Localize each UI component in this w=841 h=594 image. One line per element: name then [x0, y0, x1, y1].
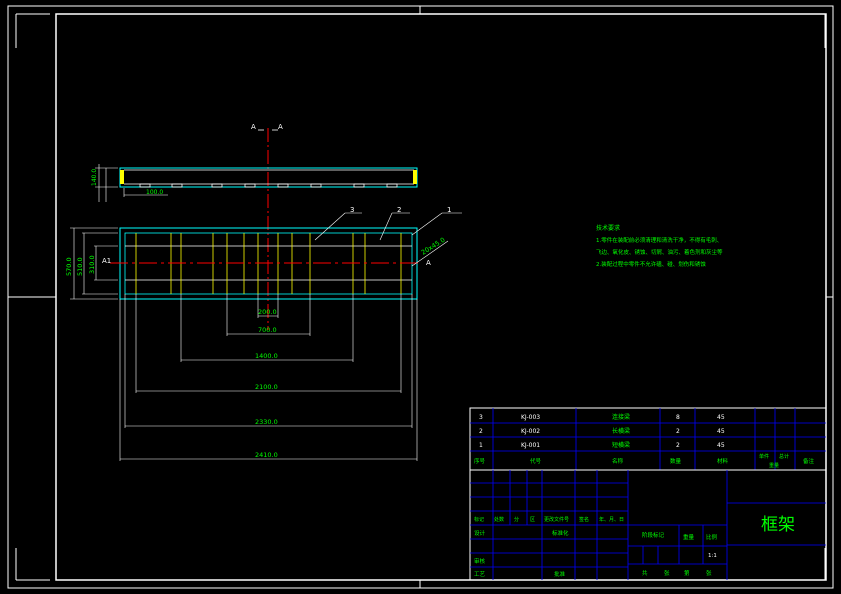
callout-2: 2: [397, 206, 401, 214]
rev-doc-no: 更改文件号: [544, 516, 569, 523]
drawing-title: 框架: [761, 515, 795, 535]
rev-section: 分: [514, 516, 519, 523]
header-material: 材料: [717, 457, 729, 465]
parts-qty: 8: [676, 414, 680, 421]
section-label-left: A: [251, 123, 256, 131]
parts-no: 1: [479, 442, 483, 449]
title-block: 标记 处数 分 区 更改文件号 签名 年、月、日 设计 标准化 审核 工艺 批准…: [469, 469, 827, 581]
approve-label: 批准: [554, 570, 566, 578]
parts-code: KJ-001: [521, 442, 540, 449]
callout-1: 1: [447, 206, 451, 214]
top-view-end-left: [120, 170, 124, 184]
parts-code: KJ-003: [521, 414, 540, 421]
parts-no: 2: [479, 428, 483, 435]
parts-row-2: 2 KJ-002 长横梁 2 45: [479, 427, 725, 435]
technical-notes: 技术要求 1.零件在装配前必须清理和清洗干净，不得有毛刺、 飞边、氧化皮、锈蚀、…: [596, 224, 723, 268]
parts-no: 3: [479, 414, 483, 421]
dim-chamfer: 20x45.0: [420, 236, 447, 257]
scale-value: 1:1: [708, 553, 717, 559]
header-code: 代号: [530, 457, 542, 465]
inner-border: [55, 13, 827, 581]
header-total: 总计: [779, 453, 789, 460]
dim-center-height: 310.0: [88, 255, 96, 274]
top-view: 140.0 100.0: [91, 164, 418, 202]
parts-list: 3 KJ-003 连接梁 8 45 2 KJ-002 长横梁 2 45 1 KJ…: [469, 407, 827, 471]
rev-signature: 签名: [579, 516, 589, 523]
parts-qty: 2: [676, 428, 680, 435]
dim-inner-height: 510.0: [76, 257, 84, 276]
corner-marks: [8, 6, 833, 588]
top-view-end-right: [413, 170, 417, 184]
header-name: 名称: [612, 457, 624, 465]
header-qty: 数量: [670, 457, 682, 465]
sheet-no-label: 第: [684, 569, 690, 577]
parts-material: 45: [717, 414, 725, 421]
section-arrow-right: A: [426, 259, 431, 267]
parts-row-3: 3 KJ-003 连接梁 8 45: [479, 413, 725, 421]
outer-border: [7, 5, 834, 589]
notes-line-1: 1.零件在装配前必须清理和清洗干净，不得有毛刺、: [596, 236, 722, 244]
parts-header: 序号 代号 名称 数量 材料 单件 总计 重量 备注: [474, 453, 815, 469]
header-no: 序号: [474, 457, 486, 465]
rev-date: 年、月、日: [599, 516, 624, 523]
dim-total-height: 570.0: [65, 257, 73, 276]
section-arrow-left: A1: [102, 257, 111, 265]
parts-name: 连接梁: [612, 413, 630, 421]
dim-2100: 2100.0: [255, 383, 278, 391]
sheets-unit: 张: [664, 569, 670, 577]
parts-code: KJ-002: [521, 428, 540, 435]
rev-mark: 标记: [474, 516, 484, 523]
rev-count: 处数: [494, 516, 504, 523]
designer-label: 设计: [474, 529, 486, 537]
scale-label: 比例: [706, 533, 718, 541]
dim-top-tab: 100.0: [146, 189, 163, 196]
rev-zone: 区: [530, 517, 535, 523]
weight-label: 重量: [683, 533, 695, 541]
dim-top-height: 140.0: [91, 169, 98, 186]
header-unit: 单件: [759, 453, 769, 460]
notes-line-3: 2.装配过程中零件不允许磕、碰、划伤和锈蚀: [596, 260, 706, 268]
stage-mark-label: 阶段标记: [642, 531, 665, 539]
header-weight: 重量: [769, 462, 779, 469]
section-label-right: A: [278, 123, 283, 131]
parts-qty: 2: [676, 442, 680, 449]
parts-name: 长横梁: [612, 427, 630, 435]
dim-700: 700.0: [258, 326, 277, 334]
notes-line-2: 飞边、氧化皮、锈蚀、切屑、油污、着色剂和灰尘等: [596, 248, 723, 256]
dim-2410: 2410.0: [255, 451, 278, 459]
standard-label: 标准化: [552, 529, 569, 537]
drawing-canvas: A A 140.0 100.0 A1 A 570.0 510.0 310.0 3…: [7, 5, 834, 589]
parts-name: 短横梁: [612, 441, 630, 449]
notes-title: 技术要求: [596, 224, 620, 232]
sheet-no-unit: 张: [706, 569, 712, 577]
checker-label: 审核: [474, 557, 486, 565]
sheets-label: 共: [642, 569, 648, 577]
dim-slot-width: 200.0: [258, 308, 277, 316]
parts-material: 45: [717, 428, 725, 435]
front-view: A1 A 570.0 510.0 310.0 3 2 1 20x45.0 200…: [65, 206, 462, 461]
dim-2330: 2330.0: [255, 418, 278, 426]
parts-material: 45: [717, 442, 725, 449]
parts-row-1: 1 KJ-001 短横梁 2 45: [479, 441, 725, 449]
header-remark: 备注: [803, 457, 815, 465]
callout-3: 3: [350, 206, 354, 214]
dim-1400: 1400.0: [255, 352, 278, 360]
process-label: 工艺: [474, 571, 486, 578]
